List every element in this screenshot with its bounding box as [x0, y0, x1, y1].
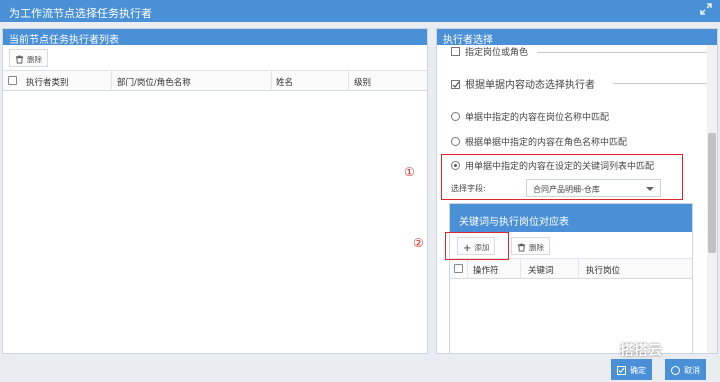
maximize-icon[interactable]: [700, 3, 712, 15]
executor-select-title: 执行者选择: [437, 29, 717, 46]
trash-icon: [15, 55, 24, 64]
scrollbar-thumb[interactable]: [708, 133, 716, 253]
keyword-delete-button[interactable]: 删除: [511, 237, 550, 255]
keyword-table: 关键词与执行岗位对应表 + 添加 删除 操作符 关键词 执行岗位: [449, 203, 693, 353]
match-role-label: 根据单据中指定的内容在角色名称中匹配: [465, 138, 628, 148]
col-dept-name: 部门/岗位/角色名称: [117, 78, 191, 88]
watermark: 搭搭云: [620, 343, 662, 359]
window-titlebar: 为工作流节点选择任务执行者: [0, 0, 720, 22]
confirm-icon: [617, 366, 626, 375]
right-panel-scrollbar[interactable]: [707, 45, 717, 353]
option-specified-position[interactable]: 指定岗位或角色: [451, 45, 528, 58]
footer-bar: 确定 取消: [0, 356, 720, 382]
marker-two: ②: [413, 236, 424, 250]
window-title: 为工作流节点选择任务执行者: [9, 7, 152, 20]
executor-list-title: 当前节点任务执行者列表: [3, 29, 427, 46]
keyword-select-all-checkbox[interactable]: [454, 264, 463, 273]
radio-match-role[interactable]: 根据单据中指定的内容在角色名称中匹配: [451, 135, 627, 148]
radio-match-position[interactable]: 单据中指定的内容在岗位名称中匹配: [451, 110, 609, 123]
match-role-radio[interactable]: [451, 137, 460, 146]
keyword-table-title: 关键词与执行岗位对应表: [450, 204, 692, 232]
keyword-delete-label: 删除: [529, 243, 544, 252]
option-dynamic[interactable]: 根据单据内容动态选择执行者: [451, 76, 595, 91]
match-position-label: 单据中指定的内容在岗位名称中匹配: [465, 113, 610, 123]
executor-list-panel: 当前节点任务执行者列表 删除 执行者类别 部门/岗位/角色名称 姓名 级别: [2, 28, 428, 354]
specified-position-checkbox[interactable]: [451, 47, 460, 56]
dynamic-checkbox[interactable]: [451, 80, 460, 89]
col-executor-type: 执行者类别: [26, 78, 69, 88]
executor-table-header: 执行者类别 部门/岗位/角色名称 姓名 级别: [3, 71, 427, 91]
match-position-radio[interactable]: [451, 112, 460, 121]
marker-one: ①: [404, 165, 415, 179]
col-operator: 操作符: [473, 266, 499, 276]
executor-list-toolbar: 删除: [3, 45, 427, 71]
executor-delete-button[interactable]: 删除: [9, 49, 48, 67]
select-all-checkbox[interactable]: [8, 76, 17, 85]
trash-icon: [517, 243, 526, 252]
executor-delete-label: 删除: [27, 55, 42, 64]
keyword-table-header: 操作符 关键词 执行岗位: [450, 259, 692, 279]
executor-select-panel: 执行者选择 指定岗位或角色 根据单据内容动态选择执行者 单据中指定的内容在岗位名…: [436, 28, 718, 354]
confirm-label: 确定: [630, 366, 646, 375]
col-keyword: 关键词: [528, 266, 554, 276]
col-exec-position: 执行岗位: [586, 266, 621, 276]
dynamic-label: 根据单据内容动态选择执行者: [465, 80, 595, 91]
cancel-icon: [671, 366, 680, 375]
cancel-button[interactable]: 取消: [665, 359, 706, 380]
highlight-box-1: [441, 154, 683, 200]
col-level: 级别: [354, 78, 372, 88]
highlight-box-2: [445, 232, 509, 260]
col-name: 姓名: [276, 78, 294, 88]
confirm-button[interactable]: 确定: [611, 359, 652, 380]
cancel-label: 取消: [684, 366, 700, 375]
specified-position-label: 指定岗位或角色: [465, 48, 529, 58]
